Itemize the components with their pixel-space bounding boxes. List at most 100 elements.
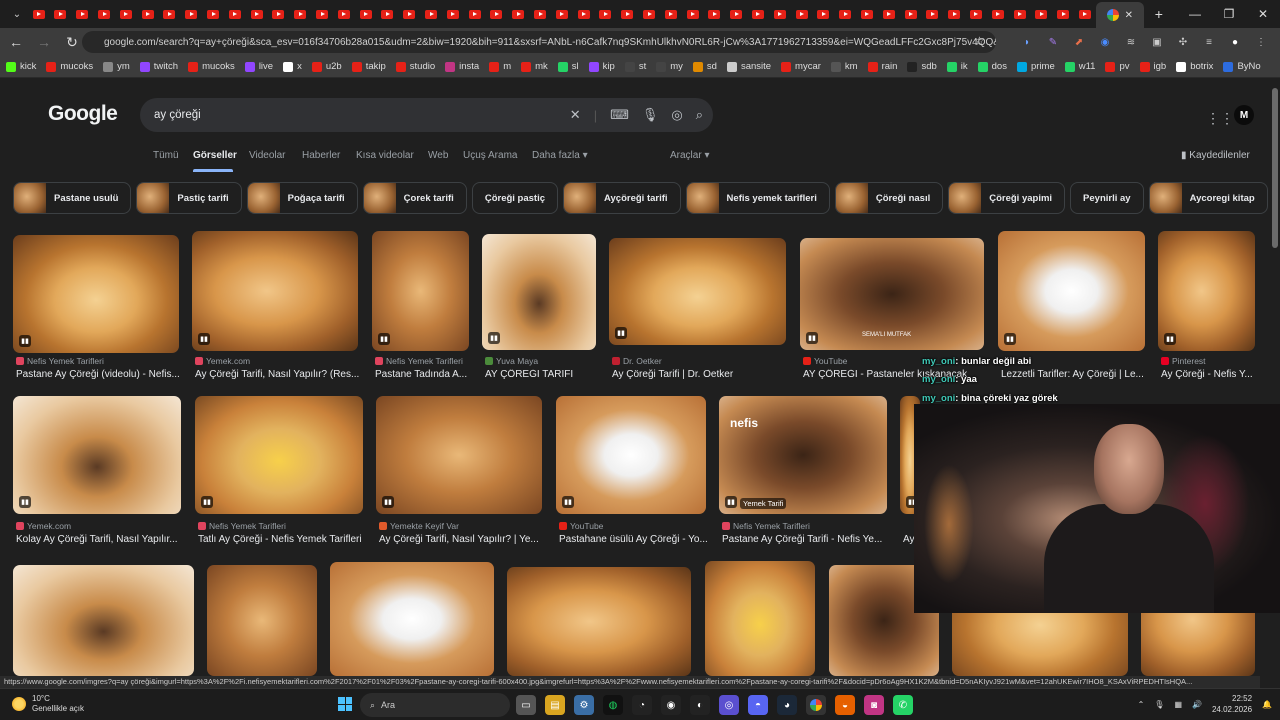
browser-tab[interactable] (1074, 2, 1096, 26)
chrome-icon[interactable] (806, 695, 826, 715)
network-icon[interactable]: ▦ (1174, 700, 1182, 709)
minimize-icon[interactable]: — (1178, 0, 1212, 28)
browser-tab[interactable] (333, 2, 355, 26)
related-search-chip[interactable]: Çöreği pastiç (471, 182, 559, 214)
browser-tab[interactable] (812, 2, 834, 26)
extension-icon[interactable]: ⬈ (1068, 31, 1090, 53)
bookmark-item[interactable]: u2b (311, 61, 342, 72)
spotify-icon[interactable]: ◍ (603, 695, 623, 715)
search-input[interactable]: ay çöreği (154, 109, 201, 121)
result-source[interactable]: Nefis Yemek Tarifleri (16, 356, 104, 366)
bookmark-item[interactable]: mucoks (46, 61, 93, 72)
apps-grid-icon[interactable]: ⋮⋮ (1206, 110, 1234, 127)
browser-tab[interactable] (682, 2, 704, 26)
google-logo[interactable]: Google (48, 102, 118, 126)
bookmark-item[interactable]: kick (6, 61, 36, 72)
browser-tab[interactable] (180, 2, 202, 26)
browser-tab[interactable] (1009, 2, 1031, 26)
browser-tab[interactable] (638, 2, 660, 26)
weather-widget[interactable]: 10°C Genellikle açık (12, 694, 84, 714)
browser-tab[interactable] (311, 2, 333, 26)
related-search-chip[interactable]: Çorek tarifi (362, 182, 467, 214)
tab-ucus-arama[interactable]: Uçuş Arama (463, 150, 517, 161)
browser-tab[interactable] (856, 2, 878, 26)
browser-tab[interactable] (1052, 2, 1074, 26)
browser-tab[interactable] (943, 2, 965, 26)
browser-tab[interactable] (507, 2, 529, 26)
saved-button[interactable]: ▮ Kaydedilenler (1181, 150, 1250, 161)
image-result-thumbnail[interactable] (705, 561, 815, 676)
lens-icon[interactable]: ◎ (671, 107, 682, 123)
image-result-thumbnail[interactable]: ▮▮ (376, 396, 542, 514)
search-box[interactable]: ay çöreği ✕ | ⌨ 🎙 ◎ ⌕ (140, 98, 713, 132)
image-result-thumbnail[interactable]: ▮▮ (719, 396, 887, 514)
result-source[interactable]: YouTube (803, 356, 847, 366)
task-view-icon[interactable]: ▭ (516, 695, 536, 715)
app-icon[interactable]: ◐ (690, 695, 710, 715)
browser-tab[interactable] (464, 2, 486, 26)
related-search-chip[interactable]: Peynirli ay (1070, 182, 1144, 214)
result-title[interactable]: Pastahane üsülü Ay Çöreği - Yo... (559, 534, 729, 545)
browser-tab[interactable] (355, 2, 377, 26)
avatar[interactable]: M (1234, 105, 1254, 125)
result-title[interactable]: Pastane Ay Çöreği Tarifi - Nefis Ye... (722, 534, 892, 545)
related-search-chip[interactable]: Nefis yemek tarifleri (685, 182, 830, 214)
image-result-thumbnail[interactable]: ▮▮ (372, 231, 469, 351)
browser-tab[interactable] (921, 2, 943, 26)
browser-tab[interactable] (573, 2, 595, 26)
result-source[interactable]: Dr. Oetker (612, 356, 662, 366)
bookmark-item[interactable]: rain (867, 61, 897, 72)
search-icon[interactable]: ⌕ (696, 107, 703, 123)
result-source[interactable]: Yemek.com (16, 521, 71, 531)
browser-tab[interactable] (987, 2, 1009, 26)
bookmark-item[interactable]: live (244, 61, 273, 72)
tab-haberler[interactable]: Haberler (302, 150, 340, 161)
bookmark-item[interactable]: w11 (1064, 61, 1095, 72)
bookmark-item[interactable]: ByNo (1223, 61, 1261, 72)
bookmark-item[interactable]: pv (1105, 61, 1130, 72)
bookmark-item[interactable]: sd (692, 61, 717, 72)
browser-tab[interactable] (769, 2, 791, 26)
steam-icon[interactable]: ◕ (777, 695, 797, 715)
extension-icon[interactable]: ✎ (1042, 31, 1064, 53)
image-result-thumbnail[interactable]: ▮▮ (192, 231, 358, 351)
browser-tab[interactable] (834, 2, 856, 26)
mic-icon[interactable]: 🎙 (642, 107, 659, 123)
browser-tab[interactable] (442, 2, 464, 26)
bookmark-item[interactable]: dos (977, 61, 1007, 72)
extension-icon[interactable]: ▣ (1146, 31, 1168, 53)
bookmark-item[interactable]: mycar (781, 61, 821, 72)
tab-tumu[interactable]: Tümü (153, 150, 179, 161)
extension-icon[interactable]: ◗ (1016, 31, 1038, 53)
related-search-chip[interactable]: Çöreği nasıl (834, 182, 944, 214)
result-title[interactable]: Ay Çöreği Tarifi, Nasıl Yapılır? | Ye... (379, 534, 549, 545)
chevron-up-icon[interactable]: ⌃ (1138, 700, 1145, 709)
github-icon[interactable]: ◔ (632, 695, 652, 715)
bookmark-item[interactable]: insta (445, 61, 479, 72)
browser-tab[interactable] (420, 2, 442, 26)
bookmark-item[interactable]: studio (395, 61, 435, 72)
result-source[interactable]: Yemek.com (195, 356, 250, 366)
result-title[interactable]: Ay Çöreği - Nefis Y... (1161, 369, 1270, 380)
result-source[interactable]: Nefis Yemek Tarifleri (722, 521, 810, 531)
taskbar-search[interactable]: ⌕ Ara (360, 693, 510, 717)
image-result-thumbnail[interactable] (207, 565, 317, 676)
bookmark-item[interactable]: takip (351, 61, 386, 72)
related-search-chip[interactable]: Çöreği yapimi (948, 182, 1066, 214)
browser-tab[interactable] (595, 2, 617, 26)
browser-tab[interactable] (224, 2, 246, 26)
result-title[interactable]: Pastane Ay Çöreği (videolu) - Nefis... (16, 369, 182, 380)
browser-tab[interactable] (704, 2, 726, 26)
maximize-icon[interactable]: ❐ (1212, 0, 1246, 28)
browser-tab[interactable] (377, 2, 399, 26)
browser-tab[interactable] (50, 2, 72, 26)
browser-tab[interactable] (878, 2, 900, 26)
result-title[interactable]: Tatlı Ay Çöreği - Nefis Yemek Tarifleri (198, 534, 368, 545)
notification-icon[interactable]: 🔔 (1262, 700, 1272, 709)
browser-tab[interactable] (965, 2, 987, 26)
clear-icon[interactable]: ✕ (570, 107, 581, 123)
bookmark-item[interactable]: igb (1139, 61, 1166, 72)
related-search-chip[interactable]: Aycoregi kitap (1148, 182, 1268, 214)
browser-tab[interactable] (660, 2, 682, 26)
image-result-thumbnail[interactable]: ▮▮ (1158, 231, 1255, 351)
